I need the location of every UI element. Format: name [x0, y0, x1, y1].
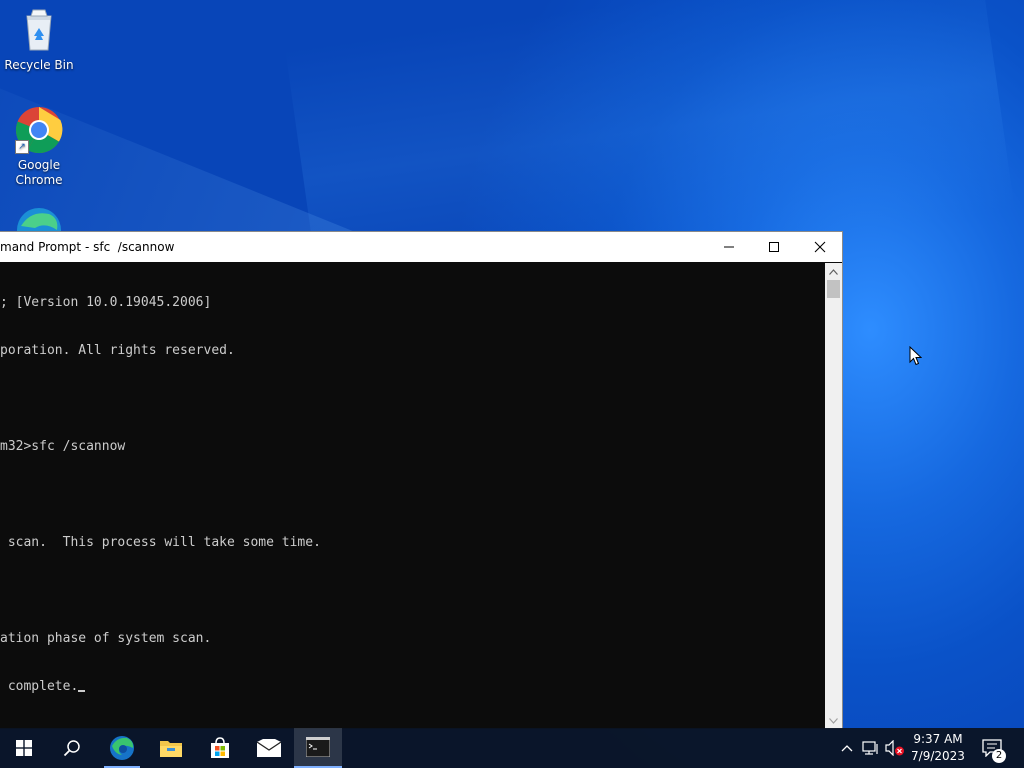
command-prompt-icon [306, 737, 330, 757]
volume-button[interactable] [885, 738, 905, 758]
maximize-button[interactable] [751, 232, 797, 262]
close-icon [814, 241, 826, 253]
desktop-icon-recycle-bin[interactable]: Recycle Bin [2, 6, 76, 73]
scrollbar-thumb[interactable] [827, 280, 840, 298]
taskbar: 9:37 AM 7/9/2023 [0, 728, 1024, 768]
vertical-scrollbar[interactable] [825, 263, 842, 729]
clock-time: 9:37 AM [913, 732, 963, 746]
edge-icon [110, 736, 134, 760]
scroll-up-button[interactable] [825, 263, 842, 280]
taskbar-file-explorer-button[interactable] [147, 728, 195, 768]
minimize-button[interactable] [706, 232, 752, 262]
search-button[interactable] [48, 728, 96, 768]
console-line: m32>sfc /scannow [0, 439, 126, 454]
console-line-text: complete. [0, 679, 79, 694]
mouse-pointer-icon [909, 346, 922, 366]
store-icon [211, 737, 229, 758]
console-output[interactable]: ; [Version 10.0.19045.2006] poration. Al… [0, 263, 826, 729]
network-icon [862, 741, 878, 755]
console-line: poration. All rights reserved. [0, 343, 235, 358]
recycle-bin-icon [15, 6, 63, 54]
search-icon [63, 740, 80, 757]
command-prompt-window[interactable]: mand Prompt - sfc /scannow ; [Version 10… [0, 231, 843, 729]
start-icon [16, 740, 32, 756]
chevron-up-icon [841, 745, 853, 752]
file-explorer-icon [160, 741, 182, 757]
scroll-down-button[interactable] [825, 712, 842, 729]
console-line: scan. This process will take some time. [0, 535, 321, 550]
console-line: ; [Version 10.0.19045.2006] [0, 295, 212, 310]
show-hidden-icons-button[interactable] [837, 738, 857, 758]
desktop-icon-label: Recycle Bin [4, 58, 74, 72]
scroll-up-arrow-icon [829, 268, 838, 275]
edge-icon [15, 206, 63, 231]
maximize-icon [769, 242, 779, 252]
desktop-icon-label: Google Chrome [15, 158, 63, 187]
console-line-last: complete. [0, 679, 826, 695]
text-cursor [78, 690, 86, 692]
close-button[interactable] [797, 232, 843, 262]
desktop-icon-google-chrome[interactable]: ↗ Google Chrome [2, 106, 76, 188]
taskbar-clock[interactable]: 9:37 AM 7/9/2023 [908, 731, 968, 765]
window-title: mand Prompt - sfc /scannow [0, 240, 175, 254]
notification-count-badge: 2 [992, 749, 1006, 763]
scroll-down-arrow-icon [829, 717, 838, 724]
volume-muted-icon [885, 740, 904, 756]
shortcut-arrow-icon: ↗ [15, 140, 29, 154]
mail-icon [257, 739, 281, 757]
taskbar-mail-button[interactable] [245, 728, 293, 768]
taskbar-command-prompt-button[interactable] [294, 728, 342, 768]
desktop-icon-edge[interactable] [2, 206, 76, 231]
console-line: ation phase of system scan. [0, 631, 212, 646]
minimize-icon [724, 246, 734, 248]
network-status-button[interactable] [861, 738, 881, 758]
window-titlebar[interactable]: mand Prompt - sfc /scannow [0, 232, 842, 262]
start-button[interactable] [0, 728, 48, 768]
taskbar-store-button[interactable] [196, 728, 244, 768]
chrome-icon: ↗ [15, 106, 63, 154]
taskbar-edge-button[interactable] [98, 728, 146, 768]
clock-date: 7/9/2023 [911, 749, 965, 763]
